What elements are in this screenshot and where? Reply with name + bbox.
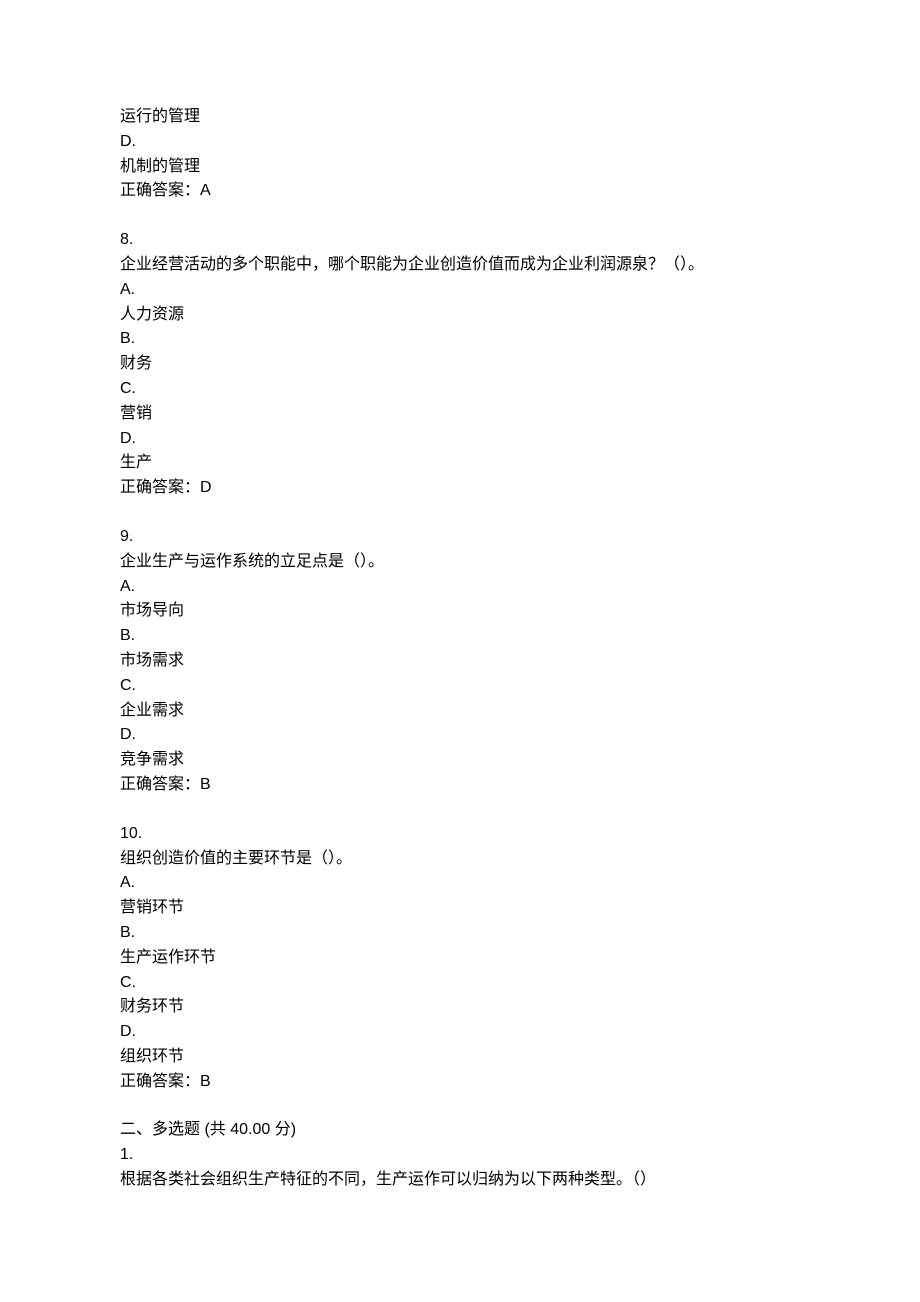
spacer bbox=[120, 204, 800, 228]
q10-number: 10. bbox=[120, 822, 800, 847]
q7-option-d-text: 机制的管理 bbox=[120, 155, 800, 180]
q10-option-d-text: 组织环节 bbox=[120, 1045, 800, 1070]
q10-answer: 正确答案：B bbox=[120, 1070, 800, 1095]
section2-q1-stem: 根据各类社会组织生产特征的不同，生产运作可以归纳为以下两种类型。（） bbox=[120, 1168, 800, 1193]
q10-option-c-label: C. bbox=[120, 971, 800, 996]
q9-number: 9. bbox=[120, 525, 800, 550]
q7-option-d-label: D. bbox=[120, 130, 800, 155]
document-page: 运行的管理 D. 机制的管理 正确答案：A 8. 企业经营活动的多个职能中，哪个… bbox=[0, 0, 920, 1302]
spacer bbox=[120, 1094, 800, 1118]
q9-stem: 企业生产与运作系统的立足点是（）。 bbox=[120, 550, 800, 575]
q9-option-b-text: 市场需求 bbox=[120, 649, 800, 674]
q7-answer: 正确答案：A bbox=[120, 179, 800, 204]
q10-option-a-label: A. bbox=[120, 871, 800, 896]
section2-q1-number: 1. bbox=[120, 1143, 800, 1168]
spacer bbox=[120, 501, 800, 525]
q8-option-c-label: C. bbox=[120, 377, 800, 402]
q9-answer: 正确答案：B bbox=[120, 773, 800, 798]
q7-option-c-text: 运行的管理 bbox=[120, 105, 800, 130]
section2-title: 二、多选题 (共 40.00 分) bbox=[120, 1118, 800, 1143]
q8-number: 8. bbox=[120, 228, 800, 253]
q8-option-d-text: 生产 bbox=[120, 451, 800, 476]
q9-option-b-label: B. bbox=[120, 624, 800, 649]
q8-option-d-label: D. bbox=[120, 427, 800, 452]
q9-option-c-text: 企业需求 bbox=[120, 699, 800, 724]
q8-option-b-text: 财务 bbox=[120, 352, 800, 377]
q9-option-c-label: C. bbox=[120, 674, 800, 699]
spacer bbox=[120, 798, 800, 822]
q10-option-c-text: 财务环节 bbox=[120, 995, 800, 1020]
q8-answer: 正确答案：D bbox=[120, 476, 800, 501]
q10-option-b-label: B. bbox=[120, 921, 800, 946]
q8-option-b-label: B. bbox=[120, 327, 800, 352]
q10-stem: 组织创造价值的主要环节是（）。 bbox=[120, 847, 800, 872]
q10-option-b-text: 生产运作环节 bbox=[120, 946, 800, 971]
q8-option-c-text: 营销 bbox=[120, 402, 800, 427]
q8-option-a-text: 人力资源 bbox=[120, 303, 800, 328]
q9-option-d-label: D. bbox=[120, 723, 800, 748]
q10-option-a-text: 营销环节 bbox=[120, 896, 800, 921]
q8-option-a-label: A. bbox=[120, 278, 800, 303]
q9-option-d-text: 竞争需求 bbox=[120, 748, 800, 773]
q10-option-d-label: D. bbox=[120, 1020, 800, 1045]
q9-option-a-label: A. bbox=[120, 575, 800, 600]
q8-stem: 企业经营活动的多个职能中，哪个职能为企业创造价值而成为企业利润源泉？（）。 bbox=[120, 253, 800, 278]
q9-option-a-text: 市场导向 bbox=[120, 599, 800, 624]
